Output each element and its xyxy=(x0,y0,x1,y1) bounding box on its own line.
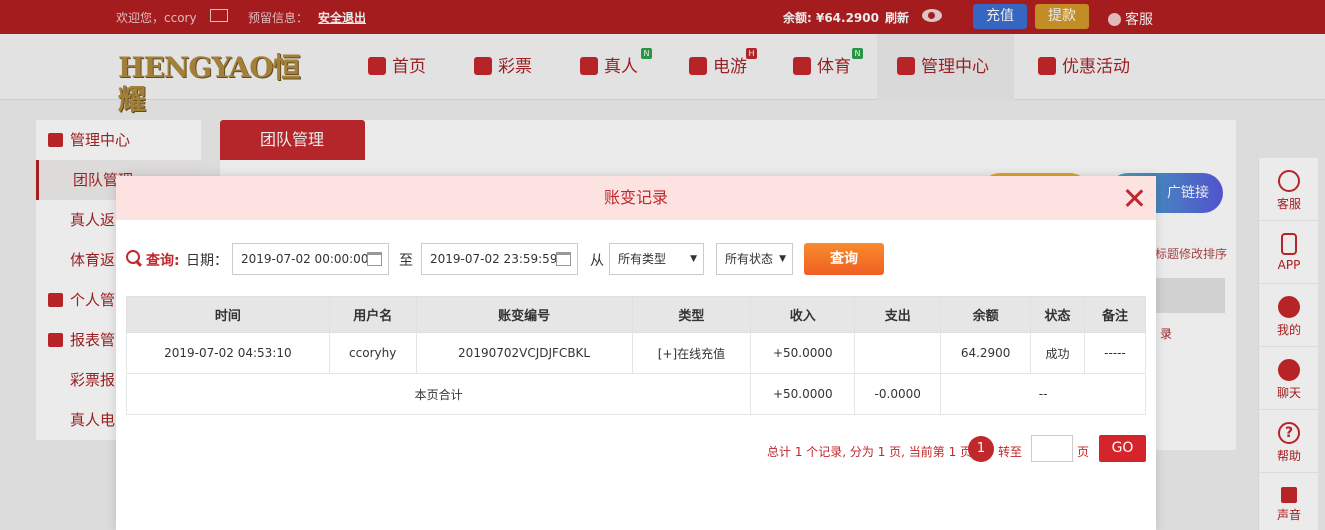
summary-income: +50.0000 xyxy=(750,373,856,415)
from-label: 从 xyxy=(590,253,604,269)
col-expense: 支出 xyxy=(854,296,942,333)
cell-txn-id: 20190702VCJDJFCBKL xyxy=(415,332,633,374)
start-date-input[interactable]: 2019-07-02 00:00:00 xyxy=(232,243,389,275)
table-header-row: 时间 用户名 账变编号 类型 收入 支出 余额 状态 备注 xyxy=(126,296,1146,333)
modal-title: 账变记录 xyxy=(116,176,1156,220)
page-unit-label: 页 xyxy=(1077,445,1090,459)
col-income: 收入 xyxy=(750,296,856,333)
page-number-input[interactable] xyxy=(1031,435,1073,462)
col-time: 时间 xyxy=(126,296,330,333)
cell-balance: 64.2900 xyxy=(940,332,1032,374)
close-icon[interactable] xyxy=(1124,188,1144,208)
type-select-value: 所有类型 xyxy=(618,252,667,266)
cell-income: +50.0000 xyxy=(750,332,856,374)
cell-expense xyxy=(854,332,942,374)
summary-row: 本页合计 +50.0000 -0.0000 -- xyxy=(125,373,1146,415)
col-note: 备注 xyxy=(1084,296,1146,333)
to-label: 至 xyxy=(399,253,413,269)
goto-label: 转至 xyxy=(998,445,1023,459)
calendar-icon xyxy=(556,252,571,266)
pagination: 总计 1 个记录, 分为 1 页, 当前第 1 页 1 转至 页 GO xyxy=(116,435,1146,465)
summary-rest: -- xyxy=(940,373,1146,415)
status-select[interactable]: 所有状态 ▼ xyxy=(716,243,793,275)
chevron-down-icon: ▼ xyxy=(779,254,786,264)
status-select-value: 所有状态 xyxy=(725,252,774,266)
table-row: 2019-07-02 04:53:10 ccoryhy 20190702VCJD… xyxy=(126,332,1146,374)
type-select[interactable]: 所有类型 ▼ xyxy=(609,243,704,275)
col-username: 用户名 xyxy=(328,296,417,333)
col-txn-id: 账变编号 xyxy=(415,296,633,333)
pagination-summary: 总计 1 个记录, 分为 1 页, 当前第 1 页 xyxy=(767,445,973,459)
end-date-value: 2019-07-02 23:59:59 xyxy=(430,252,558,266)
query-label: 查询: xyxy=(146,253,180,269)
page-1-button[interactable]: 1 xyxy=(968,436,994,462)
start-date-value: 2019-07-02 00:00:00 xyxy=(241,252,369,266)
cell-username: ccoryhy xyxy=(328,332,417,374)
cell-type: [+]在线充值 xyxy=(631,332,752,374)
query-bar: 查询: 日期： 2019-07-02 00:00:00 至 2019-07-02… xyxy=(126,243,1146,275)
search-icon xyxy=(126,250,141,265)
query-button[interactable]: 查询 xyxy=(804,243,884,275)
cell-note: ----- xyxy=(1084,332,1146,374)
end-date-input[interactable]: 2019-07-02 23:59:59 xyxy=(421,243,578,275)
records-table: 时间 用户名 账变编号 类型 收入 支出 余额 状态 备注 2019-07-02… xyxy=(125,296,1146,415)
chevron-down-icon: ▼ xyxy=(690,254,697,264)
col-type: 类型 xyxy=(631,296,752,333)
cell-status: 成功 xyxy=(1030,332,1086,374)
summary-label: 本页合计 xyxy=(125,373,752,415)
cell-time: 2019-07-02 04:53:10 xyxy=(126,332,330,374)
col-status: 状态 xyxy=(1030,296,1086,333)
summary-expense: -0.0000 xyxy=(854,373,942,415)
date-label: 日期： xyxy=(186,253,228,269)
transaction-modal: 账变记录 查询: 日期： 2019-07-02 00:00:00 至 2019-… xyxy=(116,176,1156,530)
calendar-icon xyxy=(367,252,382,266)
go-button[interactable]: GO xyxy=(1099,435,1146,462)
col-balance: 余额 xyxy=(940,296,1032,333)
